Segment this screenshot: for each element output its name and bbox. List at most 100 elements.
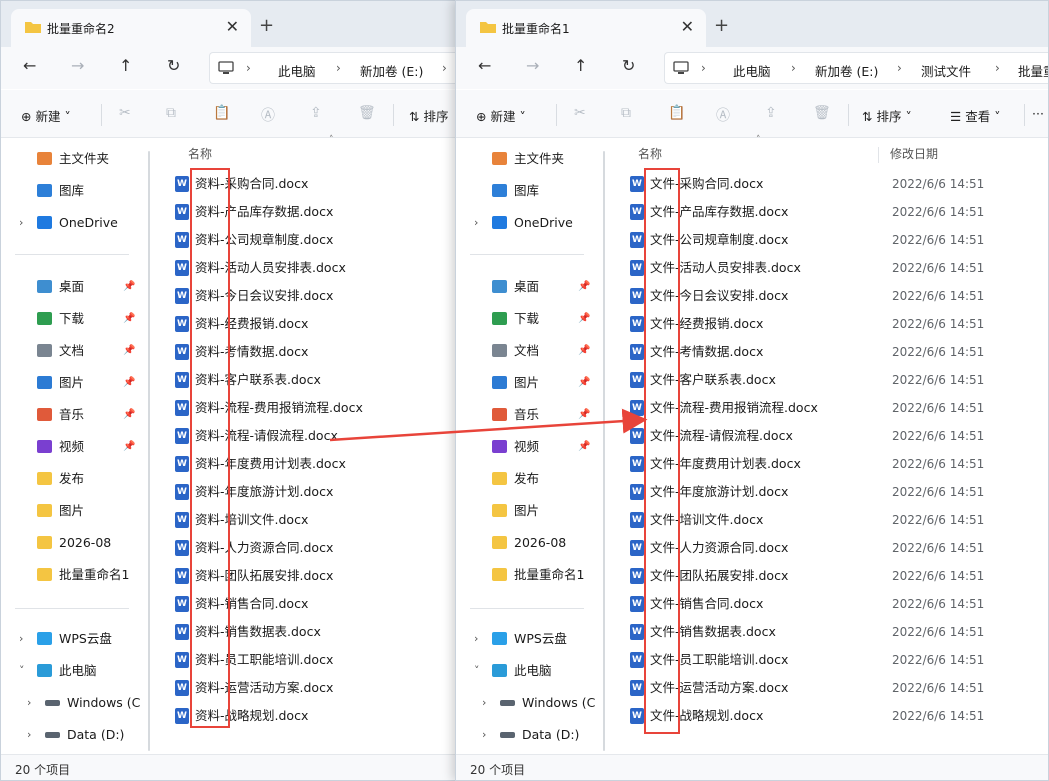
new-tab-button[interactable]: + [714,15,729,36]
file-row[interactable]: W 文件-运营活动方案.docx 2022/6/6 14:51 [630,674,1048,702]
tab-title: 批量重命名2 [47,22,115,36]
breadcrumb[interactable]: › 此电脑 › 新加卷 (E:) › 测试文件 › 批量重 [664,52,1048,84]
tab-active[interactable]: 批量重命名2 ✕ [11,9,251,47]
copy-icon[interactable]: ⧉ [621,105,631,121]
file-row[interactable]: W 文件-销售数据表.docx 2022/6/6 14:51 [630,618,1048,646]
forward-icon[interactable]: → [71,56,84,75]
navigation-pane: 主文件夹 图库 OneDrive › 桌面 📌 下载 📌 文档 📌 图片 📌 音乐 📌 视频 📌 发布 图片 202… [456,139,602,754]
new-tab-button[interactable]: + [259,15,274,36]
file-row[interactable]: W 文件-人力资源合同.docx 2022/6/6 14:51 [630,534,1048,562]
file-row[interactable]: W 文件-产品库存数据.docx 2022/6/6 14:51 [630,198,1048,226]
column-divider[interactable] [878,147,879,163]
breadcrumb-item[interactable]: 测试文件 [921,61,971,80]
chevron-right-icon[interactable]: › [27,721,31,749]
chevron-down-icon[interactable]: ˅ [474,657,480,685]
column-header-date[interactable]: 修改日期 [890,145,938,162]
column-header-name[interactable]: 名称 [188,145,212,162]
command-bar: ⊕ 新建 ˅ ✂ ⧉ 📋 Ⓐ ⇪ 🗑 ⇅ 排序 [1,90,469,138]
delete-icon[interactable]: 🗑 [358,105,376,121]
sidebar-item-label: OneDrive [59,215,118,230]
file-row[interactable]: W 文件-流程-费用报销流程.docx 2022/6/6 14:51 [630,394,1048,422]
gallery-icon [37,184,52,197]
command-bar: ⊕ 新建 ˅ ✂ ⧉ 📋 Ⓐ ⇪ 🗑 ⇅ 排序 ˅ ☰ 查看 ˅ ··· [456,90,1048,138]
close-tab-icon[interactable]: ✕ [681,17,694,36]
sort-button[interactable]: ⇅ 排序 ˅ [862,106,912,125]
pin-icon: 📌 [123,377,136,388]
scrollbar[interactable] [148,151,150,751]
chevron-right-icon[interactable]: › [27,689,31,717]
chevron-right-icon[interactable]: › [19,209,23,237]
file-row[interactable]: W 文件-流程-请假流程.docx 2022/6/6 14:51 [630,422,1048,450]
file-row[interactable]: W 文件-今日会议安排.docx 2022/6/6 14:51 [630,282,1048,310]
sort-button[interactable]: ⇅ 排序 [409,106,448,125]
file-row[interactable]: W 文件-员工职能培训.docx 2022/6/6 14:51 [630,646,1048,674]
file-row[interactable]: W 文件-销售合同.docx 2022/6/6 14:51 [630,590,1048,618]
delete-icon[interactable]: 🗑 [813,105,831,121]
forward-icon[interactable]: → [526,56,539,75]
file-row[interactable]: W 文件-培训文件.docx 2022/6/6 14:51 [630,506,1048,534]
address-bar: ← → ↑ ↻ › 此电脑 › 新加卷 (E:) › [1,47,469,89]
file-row[interactable]: W 文件-客户联系表.docx 2022/6/6 14:51 [630,366,1048,394]
chevron-down-icon[interactable]: ˅ [19,657,25,685]
file-row[interactable]: W 文件-年度旅游计划.docx 2022/6/6 14:51 [630,478,1048,506]
plus-icon: ⊕ [476,109,487,124]
rename-icon[interactable]: Ⓐ [261,105,275,125]
sidebar-item-label: WPS云盘 [514,631,567,646]
breadcrumb-item[interactable]: 新加卷 (E:) [815,61,878,80]
breadcrumb[interactable]: › 此电脑 › 新加卷 (E:) › [209,52,469,84]
back-icon[interactable]: ← [23,56,36,75]
sort-up-icon: ˄ [756,135,761,145]
share-icon[interactable]: ⇪ [765,105,777,121]
computer-icon [673,61,689,74]
file-row[interactable]: W 文件-公司规章制度.docx 2022/6/6 14:51 [630,226,1048,254]
back-icon[interactable]: ← [478,56,491,75]
sidebar-item-label: 图库 [514,183,540,198]
sidebar-divider [470,608,584,609]
breadcrumb-item[interactable]: 新加卷 (E:) [360,61,423,80]
file-row[interactable]: W 文件-采购合同.docx 2022/6/6 14:51 [630,170,1048,198]
copy-icon[interactable]: ⧉ [166,105,176,121]
word-doc-icon: W [630,484,644,500]
breadcrumb-item[interactable]: 此电脑 [733,61,771,80]
paste-icon[interactable]: 📋 [213,105,230,121]
pin-icon: 📌 [123,281,136,292]
new-button[interactable]: ⊕ 新建 ˅ [476,106,526,125]
sidebar-item-label: 视频 [59,439,85,454]
home-icon [492,152,507,165]
new-button[interactable]: ⊕ 新建 ˅ [21,106,71,125]
status-bar: 20 个项目 [1,754,469,780]
refresh-icon[interactable]: ↻ [167,56,180,75]
file-row[interactable]: W 文件-活动人员安排表.docx 2022/6/6 14:51 [630,254,1048,282]
tab-active[interactable]: 批量重命名1 ✕ [466,9,706,47]
cut-icon[interactable]: ✂ [119,105,131,121]
up-icon[interactable]: ↑ [119,56,132,75]
pin-icon: 📌 [578,409,591,420]
refresh-icon[interactable]: ↻ [622,56,635,75]
file-row[interactable]: W 文件-考情数据.docx 2022/6/6 14:51 [630,338,1048,366]
pin-icon: 📌 [123,313,136,324]
word-doc-icon: W [630,456,644,472]
chevron-right-icon[interactable]: › [19,625,23,653]
file-row[interactable]: W 文件-战略规划.docx 2022/6/6 14:51 [630,702,1048,730]
chevron-right-icon[interactable]: › [474,209,478,237]
close-tab-icon[interactable]: ✕ [226,17,239,36]
rename-icon[interactable]: Ⓐ [716,105,730,125]
paste-icon[interactable]: 📋 [668,105,685,121]
word-doc-icon: W [175,316,189,332]
cut-icon[interactable]: ✂ [574,105,586,121]
scrollbar[interactable] [603,151,605,751]
up-icon[interactable]: ↑ [574,56,587,75]
view-button[interactable]: ☰ 查看 ˅ [950,106,1000,125]
file-row[interactable]: W 文件-经费报销.docx 2022/6/6 14:51 [630,310,1048,338]
chevron-right-icon[interactable]: › [482,721,486,749]
more-options-icon[interactable]: ··· [1032,106,1044,121]
share-icon[interactable]: ⇪ [310,105,322,121]
breadcrumb-item[interactable]: 批量重 [1018,61,1048,80]
pin-icon: 📌 [578,345,591,356]
file-row[interactable]: W 文件-年度费用计划表.docx 2022/6/6 14:51 [630,450,1048,478]
chevron-right-icon[interactable]: › [482,689,486,717]
chevron-right-icon[interactable]: › [474,625,478,653]
column-header-name[interactable]: 名称 [638,145,662,162]
file-row[interactable]: W 文件-团队拓展安排.docx 2022/6/6 14:51 [630,562,1048,590]
breadcrumb-item[interactable]: 此电脑 [278,61,316,80]
